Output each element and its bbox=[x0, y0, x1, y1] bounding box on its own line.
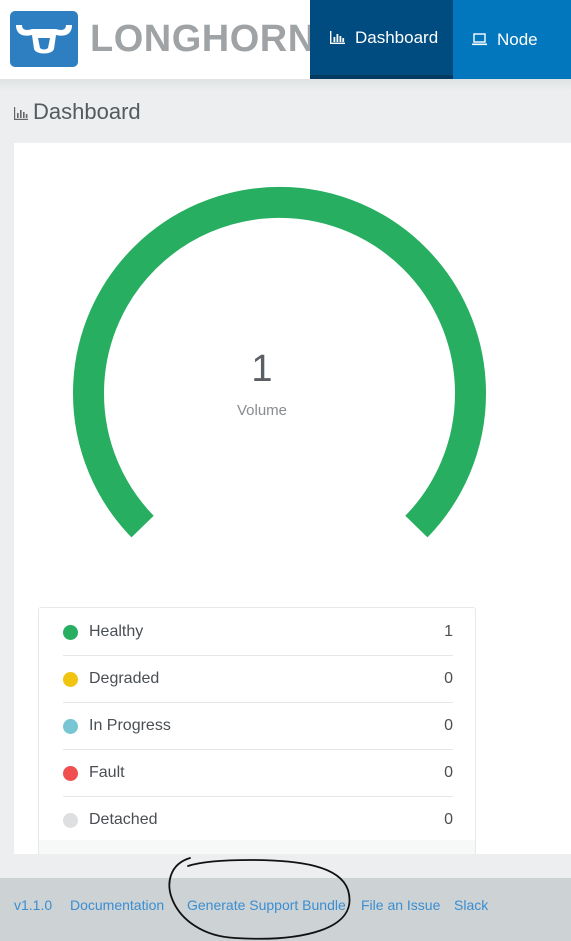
legend-label: In Progress bbox=[89, 717, 171, 734]
legend-count: 0 bbox=[444, 670, 453, 687]
header-shadow bbox=[0, 79, 571, 91]
tab-node-label: Node bbox=[497, 30, 538, 49]
status-dot-degraded bbox=[63, 671, 78, 687]
app-footer: v1.1.0 Documentation Generate Support Bu… bbox=[0, 878, 571, 941]
dashboard-card: 1 Volume Healthy 1 Degraded 0 In Progres… bbox=[14, 143, 571, 854]
tab-dashboard-label: Dashboard bbox=[355, 28, 439, 47]
documentation-link[interactable]: Documentation bbox=[70, 898, 164, 912]
legend-scroll-fade bbox=[39, 840, 475, 854]
list-item[interactable]: Fault 0 bbox=[63, 750, 453, 797]
list-item[interactable]: Healthy 1 bbox=[63, 609, 453, 656]
legend-label: Healthy bbox=[89, 623, 144, 640]
legend-label: Degraded bbox=[89, 670, 160, 687]
longhorn-logo-icon bbox=[16, 25, 72, 54]
file-an-issue-link[interactable]: File an Issue bbox=[361, 898, 440, 912]
bar-chart-icon bbox=[14, 107, 28, 120]
volume-label: Volume bbox=[236, 402, 288, 419]
longhorn-logo[interactable] bbox=[10, 11, 78, 67]
status-dot-in-progress bbox=[63, 718, 78, 734]
legend-count: 0 bbox=[444, 764, 453, 781]
status-dot-healthy bbox=[63, 624, 78, 640]
laptop-icon bbox=[472, 33, 487, 46]
legend-count: 1 bbox=[444, 623, 453, 640]
generate-support-bundle-link[interactable]: Generate Support Bundle bbox=[187, 898, 346, 912]
tab-node[interactable]: Node bbox=[453, 0, 571, 79]
page-title: Dashboard bbox=[14, 96, 141, 128]
volume-status-legend: Healthy 1 Degraded 0 In Progress 0 Fault… bbox=[38, 607, 476, 854]
version-link[interactable]: v1.1.0 bbox=[14, 898, 52, 912]
status-dot-detached bbox=[63, 812, 78, 828]
page-title-text: Dashboard bbox=[33, 99, 141, 124]
app-header: LONGHORN Dashboard Node bbox=[0, 0, 571, 79]
list-item[interactable]: Degraded 0 bbox=[63, 656, 453, 703]
legend-count: 0 bbox=[444, 811, 453, 828]
list-item[interactable]: In Progress 0 bbox=[63, 703, 453, 750]
legend-count: 0 bbox=[444, 717, 453, 734]
slack-link[interactable]: Slack bbox=[454, 898, 488, 912]
legend-label: Fault bbox=[89, 764, 125, 781]
list-item[interactable]: Detached 0 bbox=[63, 797, 453, 843]
status-dot-fault bbox=[63, 765, 78, 781]
bar-chart-icon bbox=[330, 31, 345, 44]
legend-label: Detached bbox=[89, 811, 158, 828]
volume-count: 1 bbox=[251, 348, 273, 390]
tab-dashboard[interactable]: Dashboard bbox=[310, 0, 453, 79]
brand-name: LONGHORN bbox=[90, 18, 316, 60]
